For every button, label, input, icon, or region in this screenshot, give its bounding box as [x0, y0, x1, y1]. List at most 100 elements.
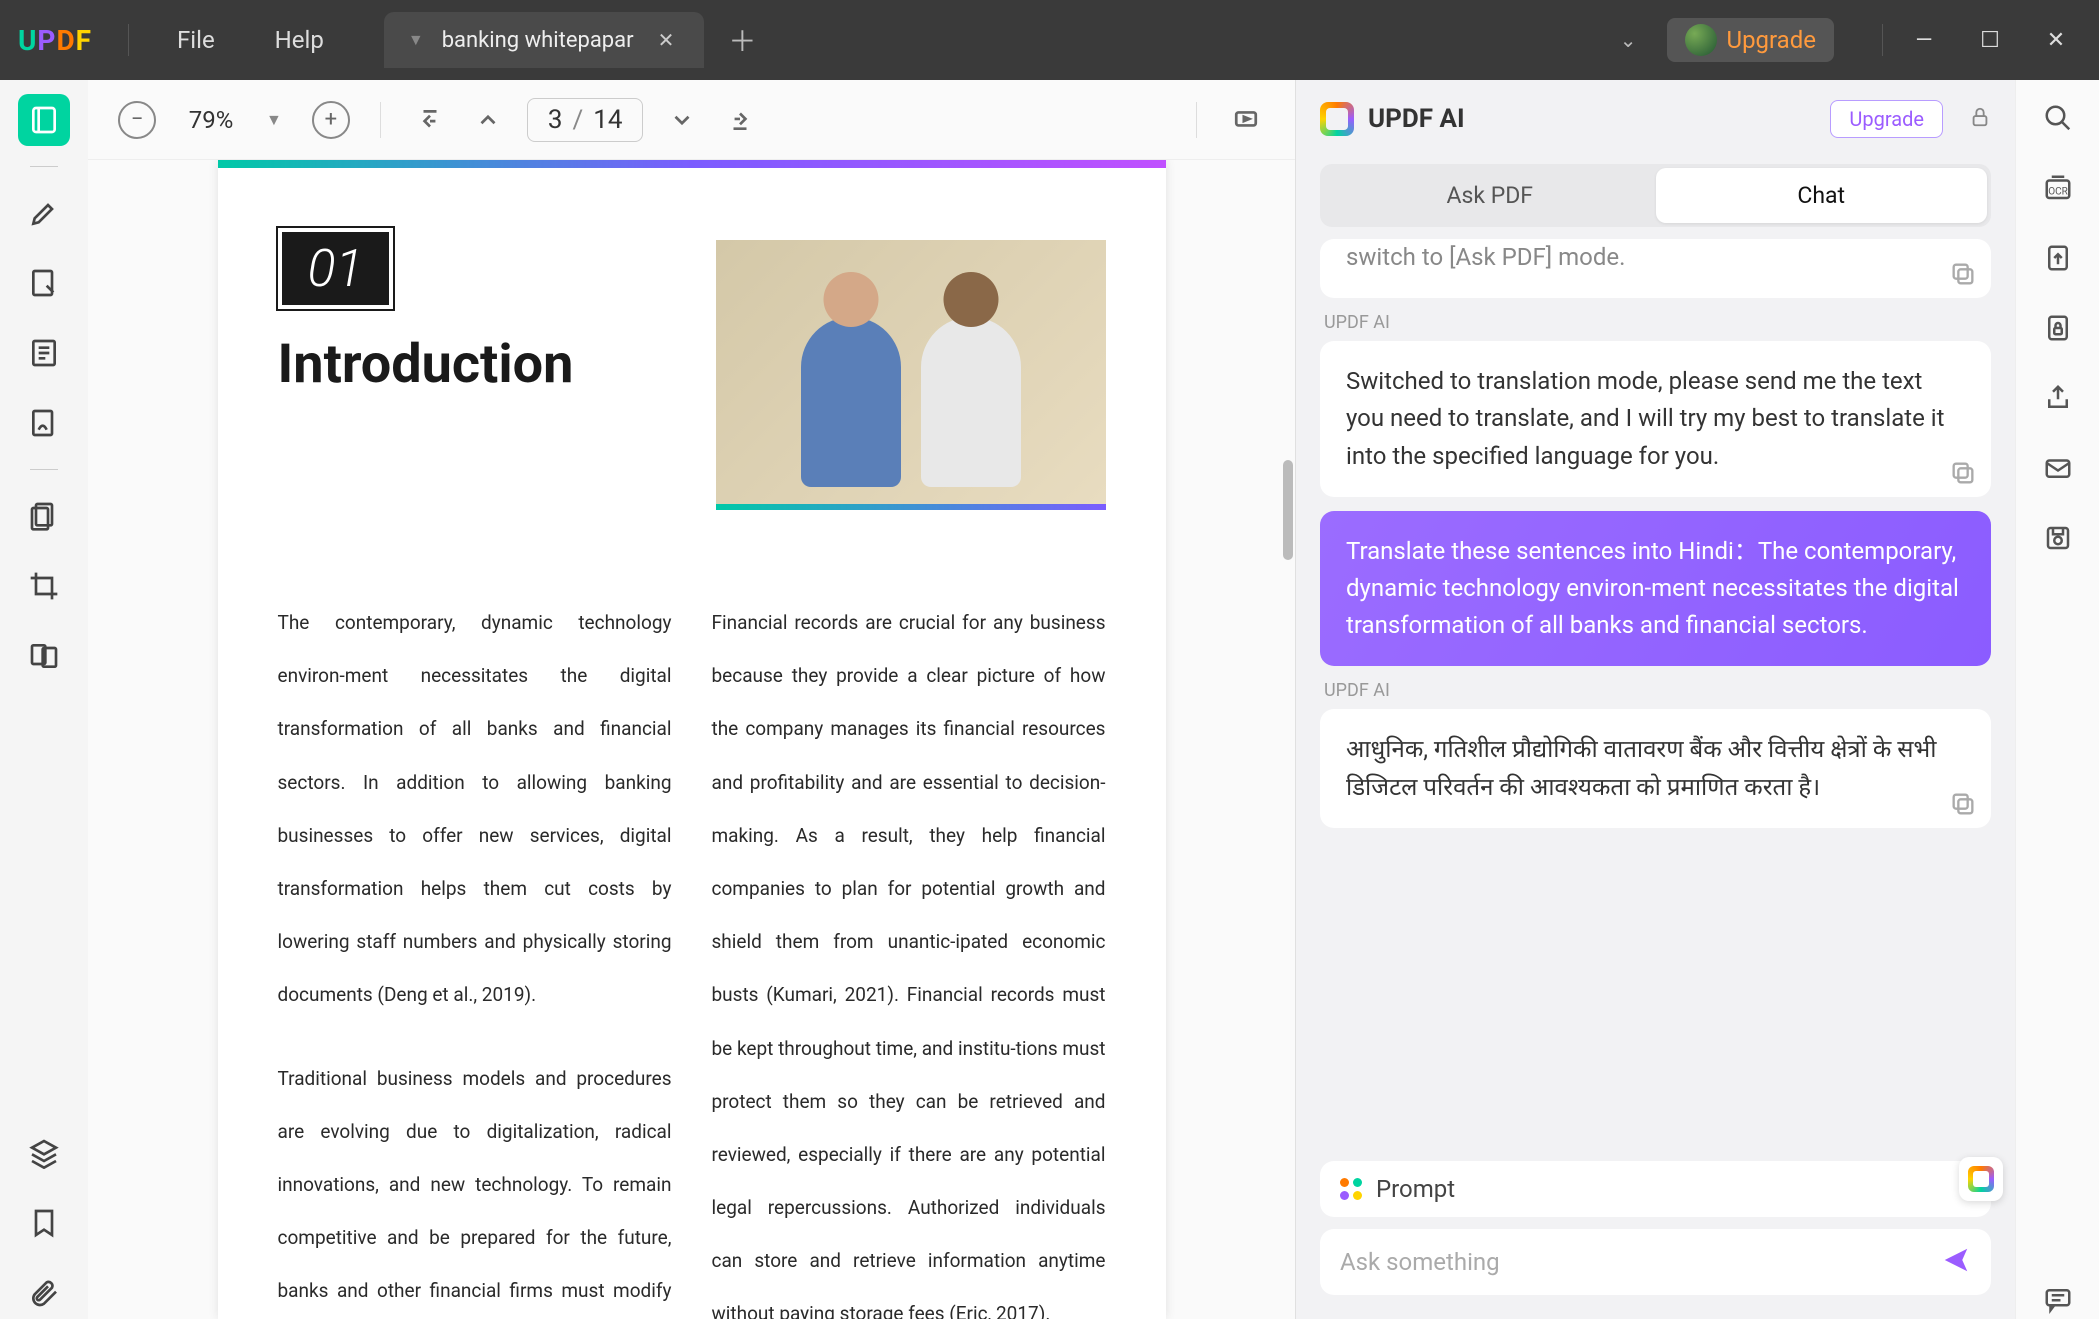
document-area: − 79% ▼ + 3 / 14 01 Introduction: [88, 80, 1295, 1319]
message-sender: UPDF AI: [1320, 680, 1991, 701]
upgrade-button[interactable]: Upgrade: [1667, 18, 1835, 62]
separator: [30, 469, 58, 470]
copy-icon: [1949, 790, 1977, 818]
compare-icon: [28, 640, 60, 672]
last-page-button[interactable]: [721, 101, 759, 139]
zoom-value[interactable]: 79%: [176, 106, 246, 134]
ai-messages[interactable]: switch to [Ask PDF] mode. UPDF AI Switch…: [1296, 227, 2015, 1143]
message-text: Switched to translation mode, please sen…: [1346, 367, 1944, 469]
reader-tool[interactable]: [18, 94, 70, 146]
chat-input[interactable]: [1340, 1248, 1927, 1276]
paragraph: Financial records are crucial for any bu…: [712, 596, 1106, 1319]
share-icon: [2043, 383, 2073, 413]
bookmark-tool[interactable]: [18, 1197, 70, 1249]
page-header-gradient: [218, 160, 1166, 168]
highlighter-icon: [28, 197, 60, 229]
compare-tool[interactable]: [18, 630, 70, 682]
protect-button[interactable]: [2038, 308, 2078, 348]
maximize-button[interactable]: ☐: [1977, 28, 2003, 53]
tab-add-button[interactable]: ＋: [728, 20, 756, 60]
layers-icon: [28, 1137, 60, 1169]
ai-message: आधुनिक, गतिशील प्रौद्योगिकी वातावरण बैंक…: [1320, 709, 1991, 827]
tab-title: banking whitepapar: [442, 28, 634, 53]
ai-tabs: Ask PDF Chat: [1320, 164, 1991, 227]
ai-logo-icon: [1320, 102, 1354, 136]
pdf-page: 01 Introduction The contemporary, dynami…: [218, 160, 1166, 1319]
separator: [380, 102, 381, 138]
ai-title: UPDF AI: [1368, 104, 1816, 134]
menu-file[interactable]: File: [147, 26, 245, 54]
last-page-icon: [727, 107, 753, 133]
save-icon: [2043, 523, 2073, 553]
zoom-dropdown-icon[interactable]: ▼: [266, 110, 282, 130]
save-button[interactable]: [2038, 518, 2078, 558]
tab-caret-icon[interactable]: ▼: [408, 30, 424, 50]
presentation-icon: [1233, 107, 1259, 133]
presentation-button[interactable]: [1227, 101, 1265, 139]
copy-button[interactable]: [1949, 790, 1977, 818]
next-page-button[interactable]: [663, 101, 701, 139]
email-button[interactable]: [2038, 448, 2078, 488]
comment-button[interactable]: [2038, 1279, 2078, 1319]
message-text: switch to [Ask PDF] mode.: [1346, 243, 1625, 271]
copy-icon: [1949, 459, 1977, 487]
attachment-tool[interactable]: [18, 1267, 70, 1319]
page-indicator[interactable]: 3 / 14: [527, 98, 644, 142]
search-icon: [2043, 103, 2073, 133]
prev-page-button[interactable]: [469, 101, 507, 139]
sign-tool[interactable]: [18, 397, 70, 449]
svg-text:OCR: OCR: [2048, 186, 2068, 197]
organize-tool[interactable]: [18, 490, 70, 542]
ai-input-area: Prompt ▾: [1296, 1143, 2015, 1319]
crop-tool[interactable]: [18, 560, 70, 612]
message-block: switch to [Ask PDF] mode.: [1320, 239, 1991, 298]
app-logo: UPDF: [0, 24, 110, 57]
message-block: UPDF AI आधुनिक, गतिशील प्रौद्योगिकी वाता…: [1320, 680, 1991, 827]
copy-button[interactable]: [1949, 459, 1977, 487]
convert-button[interactable]: [2038, 238, 2078, 278]
zoom-in-button[interactable]: +: [312, 101, 350, 139]
tab-ask-pdf[interactable]: Ask PDF: [1324, 168, 1656, 223]
close-button[interactable]: ✕: [2043, 28, 2069, 53]
copy-icon: [1949, 260, 1977, 288]
zoom-out-button[interactable]: −: [118, 101, 156, 139]
titlebar: UPDF File Help ▼ banking whitepapar ✕ ＋ …: [0, 0, 2099, 80]
left-toolbar: [0, 80, 88, 1319]
user-message: Translate these sentences into Hindi：The…: [1320, 511, 1991, 667]
floating-ai-button[interactable]: [1959, 1157, 2003, 1201]
minimize-button[interactable]: ―: [1911, 28, 1937, 53]
hero-image: [716, 240, 1106, 510]
edit-page-icon: [28, 267, 60, 299]
prompt-selector[interactable]: Prompt ▾: [1320, 1161, 1991, 1217]
edit-tool[interactable]: [18, 257, 70, 309]
body-columns: The contemporary, dynamic technology env…: [278, 596, 1106, 1319]
prompt-label: Prompt: [1376, 1175, 1949, 1203]
layers-tool[interactable]: [18, 1127, 70, 1179]
document-tab[interactable]: ▼ banking whitepapar ✕: [384, 12, 705, 68]
window-menu-caret-icon[interactable]: ⌄: [1620, 28, 1637, 52]
send-button[interactable]: [1941, 1245, 1971, 1279]
protect-icon: [2043, 313, 2073, 343]
paragraph: Traditional business models and procedur…: [278, 1052, 672, 1319]
copy-button[interactable]: [1949, 260, 1977, 288]
form-icon: [28, 337, 60, 369]
tab-chat[interactable]: Chat: [1656, 168, 1988, 223]
form-tool[interactable]: [18, 327, 70, 379]
bookmark-icon: [28, 1207, 60, 1239]
separator: [1196, 102, 1197, 138]
highlight-tool[interactable]: [18, 187, 70, 239]
scrollbar-thumb[interactable]: [1283, 460, 1293, 560]
ai-upgrade-button[interactable]: Upgrade: [1830, 100, 1943, 138]
mail-icon: [2043, 453, 2073, 483]
message-text: आधुनिक, गतिशील प्रौद्योगिकी वातावरण बैंक…: [1346, 735, 1937, 800]
share-button[interactable]: [2038, 378, 2078, 418]
menu-help[interactable]: Help: [245, 26, 354, 54]
document-viewport[interactable]: 01 Introduction The contemporary, dynami…: [88, 160, 1295, 1319]
first-page-button[interactable]: [411, 101, 449, 139]
separator: [30, 166, 58, 167]
column-2: Financial records are crucial for any bu…: [712, 596, 1106, 1319]
lock-icon[interactable]: [1969, 106, 1991, 132]
search-button[interactable]: [2038, 98, 2078, 138]
tab-close-icon[interactable]: ✕: [652, 28, 681, 52]
ocr-button[interactable]: OCR: [2038, 168, 2078, 208]
